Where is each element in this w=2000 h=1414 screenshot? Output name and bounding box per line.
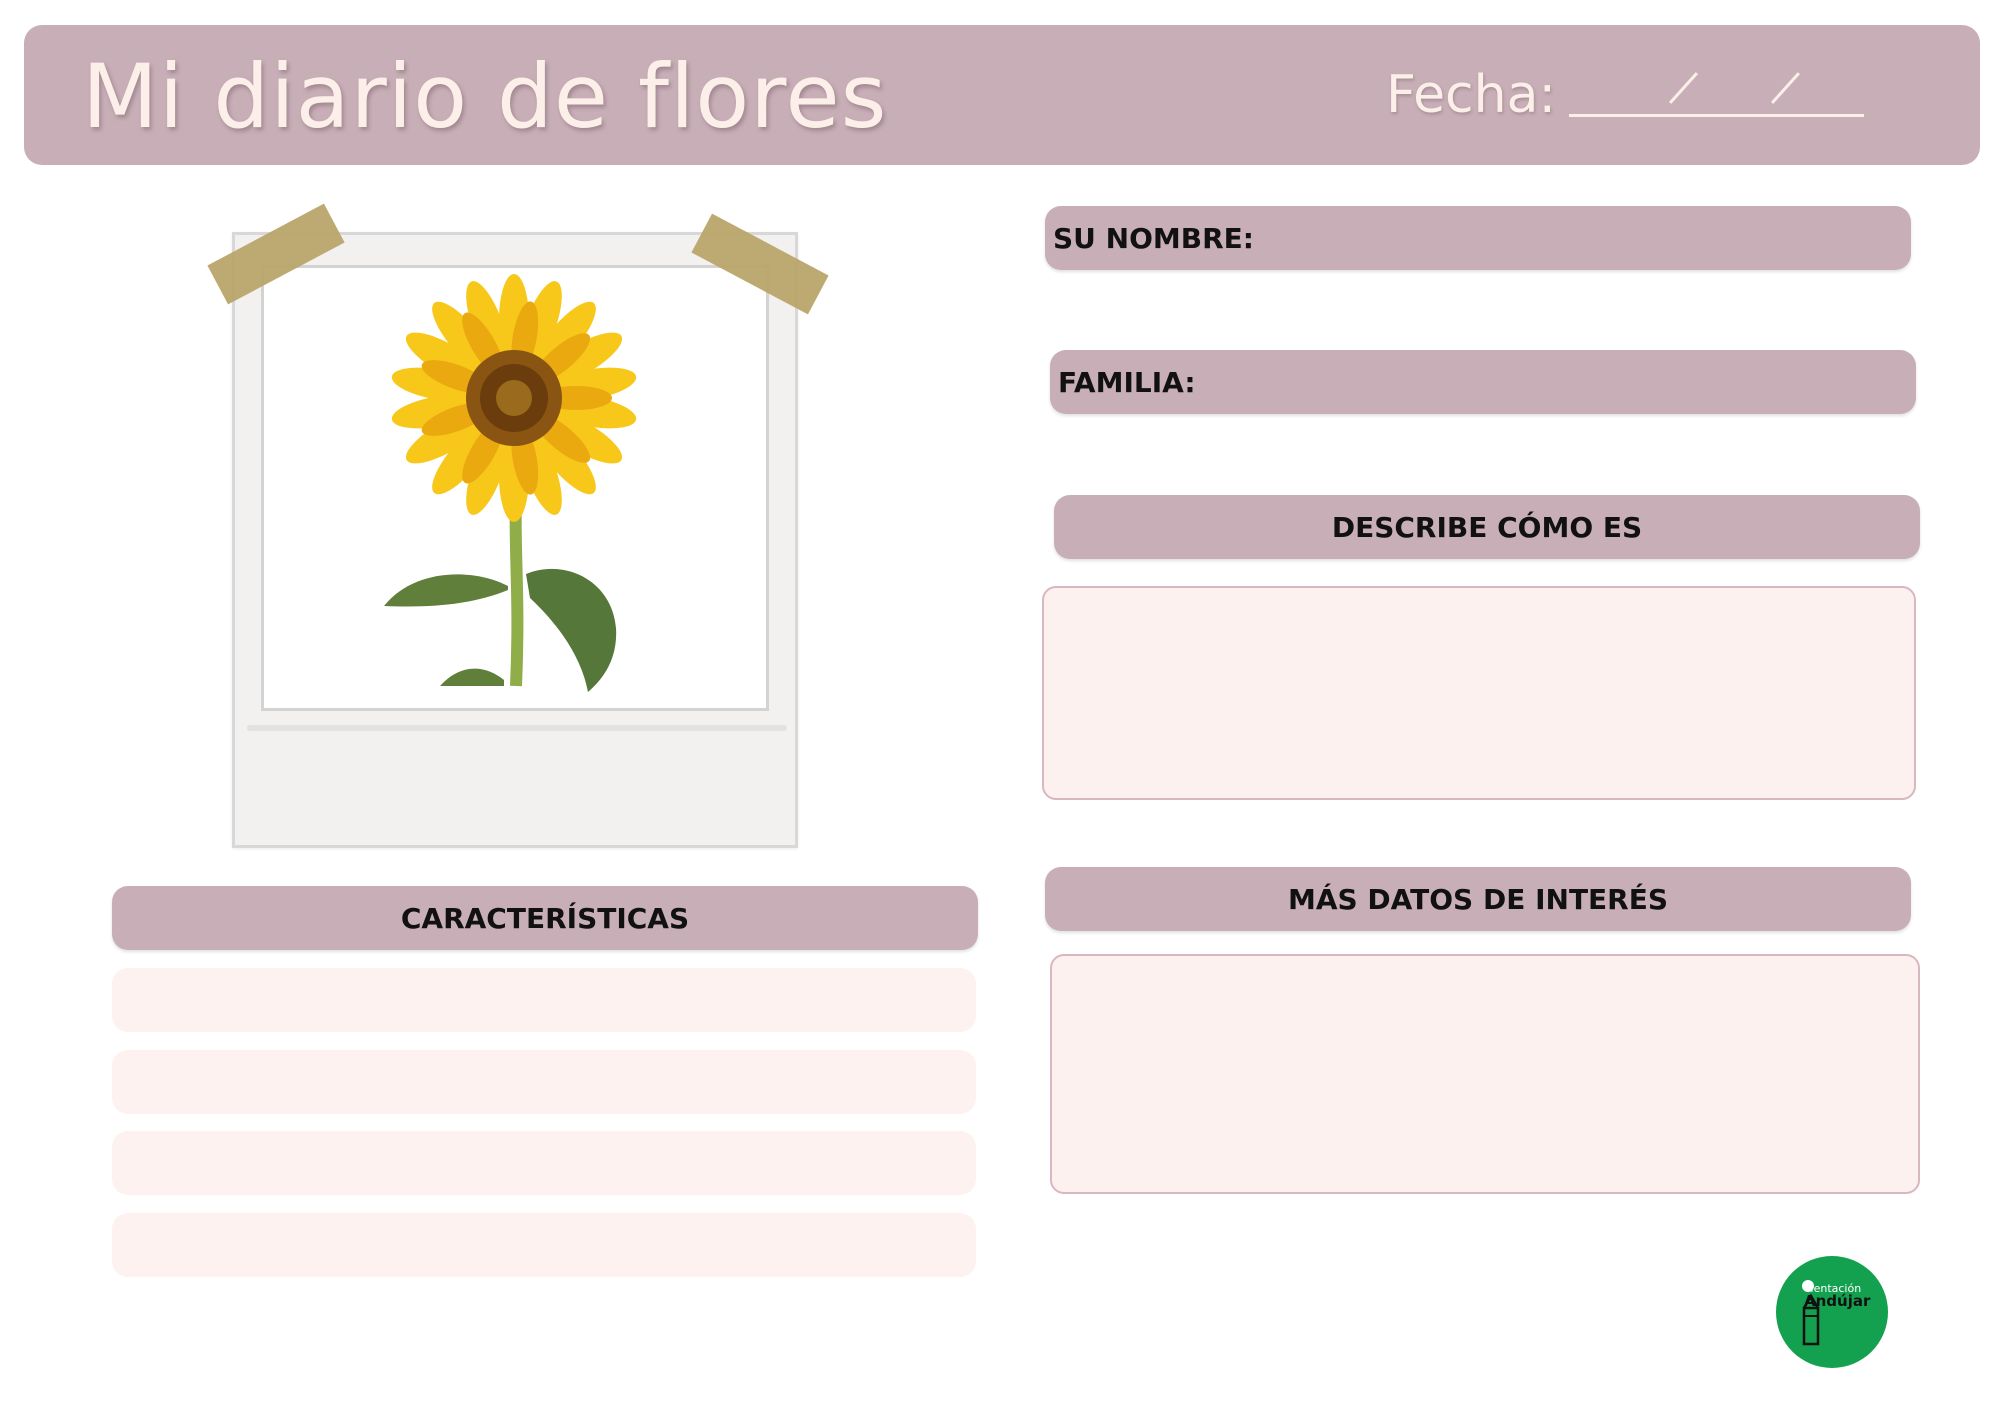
caracteristicas-label: CARACTERÍSTICAS: [400, 901, 690, 935]
photo-area: [261, 265, 769, 711]
mas-datos-box[interactable]: [1050, 954, 1920, 1194]
caracteristicas-label-bar: CARACTERÍSTICAS: [112, 886, 978, 950]
header-banner: Mi diario de flores Fecha:: [24, 25, 1980, 165]
caracteristicas-line[interactable]: [112, 1131, 976, 1195]
fecha-line: [1569, 114, 1864, 117]
familia-label: FAMILIA:: [1058, 365, 1196, 399]
polaroid-ridge: [247, 725, 787, 731]
describe-label: DESCRIBE CÓMO ES: [1331, 510, 1643, 544]
leaf-bottom: [440, 668, 504, 686]
polaroid-frame: [232, 232, 798, 848]
nombre-label: SU NOMBRE:: [1053, 221, 1254, 255]
pencil-icon: [1802, 1293, 1820, 1346]
orientacion-andujar-logo: rientación Andújar: [1776, 1256, 1888, 1368]
familia-label-bar: FAMILIA:: [1050, 350, 1916, 414]
page-title: Mi diario de flores: [82, 45, 888, 148]
sunflower-image: [384, 274, 637, 692]
fecha-slash-1: [1669, 72, 1698, 104]
fecha-label: Fecha:: [1386, 65, 1556, 125]
leaf-left: [384, 574, 508, 607]
describe-label-bar: DESCRIBE CÓMO ES: [1054, 495, 1920, 559]
describe-box[interactable]: [1042, 586, 1916, 800]
mas-datos-label: MÁS DATOS DE INTERÉS: [1287, 882, 1669, 916]
mas-datos-label-bar: MÁS DATOS DE INTERÉS: [1045, 867, 1911, 931]
caracteristicas-line[interactable]: [112, 1213, 976, 1277]
nombre-label-bar: SU NOMBRE:: [1045, 206, 1911, 270]
caracteristicas-line[interactable]: [112, 968, 976, 1032]
leaf-right: [526, 568, 617, 692]
caracteristicas-line[interactable]: [112, 1050, 976, 1114]
fecha-slash-2: [1771, 72, 1800, 104]
